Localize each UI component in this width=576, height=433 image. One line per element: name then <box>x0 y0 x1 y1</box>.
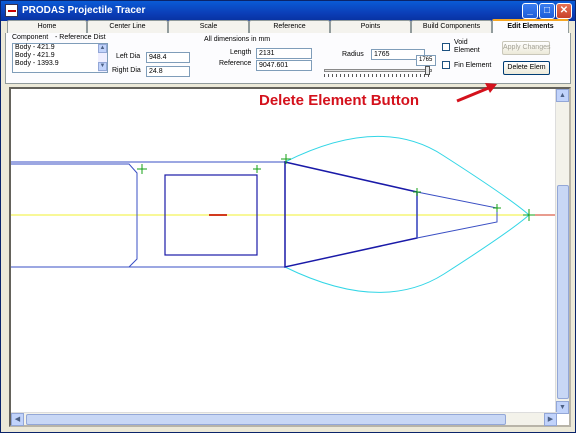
ogive-curve[interactable] <box>284 136 530 293</box>
tab-scale[interactable]: Scale <box>168 20 249 33</box>
dimensions-note: All dimensions in mm <box>204 36 271 43</box>
element-label: Element <box>454 47 480 54</box>
app-icon <box>5 4 18 17</box>
tab-edit-elements[interactable]: Edit Elements <box>492 19 569 33</box>
list-scrollbar[interactable]: ▲ ▼ <box>98 44 107 72</box>
list-item[interactable]: Body - 1393.9 <box>13 60 107 68</box>
radius-slider[interactable] <box>324 66 432 77</box>
minimize-icon[interactable]: _ <box>522 3 538 19</box>
title-bar[interactable]: PRODAS Projectile Tracer _ □ ✕ <box>1 1 575 21</box>
right-dia-label: Right Dia <box>112 67 141 74</box>
tab-center-line[interactable]: Center Line <box>87 20 168 33</box>
edit-elements-panel: Component - Reference Dist Body - 421.9 … <box>5 33 571 84</box>
scroll-right-icon[interactable]: ▶ <box>544 413 557 426</box>
slider-track <box>324 69 432 72</box>
reference-input[interactable]: 9047.601 <box>256 60 312 71</box>
annotation-arrow <box>456 83 497 103</box>
projectile-drawing[interactable] <box>11 89 557 414</box>
component-list[interactable]: Body - 421.9 Body - 421.9 Body - 1393.9 … <box>12 43 108 73</box>
point-markers <box>137 154 535 221</box>
apply-changes-button[interactable]: Apply Changes <box>502 41 550 55</box>
right-dia-input[interactable]: 24.8 <box>146 66 190 77</box>
scroll-down-icon[interactable]: ▼ <box>98 62 107 71</box>
scroll-up-icon[interactable]: ▲ <box>98 44 107 53</box>
window-title: PRODAS Projectile Tracer <box>22 5 146 16</box>
void-element-checkbox[interactable] <box>442 43 450 51</box>
maximize-icon[interactable]: □ <box>539 3 555 19</box>
delete-element-button[interactable]: Delete Elem <box>503 61 550 75</box>
fin-element-label: Fin Element <box>454 62 492 69</box>
app-window: PRODAS Projectile Tracer _ □ ✕ Home Cent… <box>0 0 576 433</box>
tab-points[interactable]: Points <box>330 20 411 33</box>
fin-element-checkbox[interactable] <box>442 61 450 69</box>
left-dia-label: Left Dia <box>116 53 141 60</box>
list-item[interactable]: Body - 421.9 <box>13 52 107 60</box>
radius-readout: 1765 <box>416 55 436 66</box>
tab-strip: Home Center Line Scale Reference Points … <box>5 19 571 33</box>
reference-label: Reference <box>219 60 252 67</box>
component-header: Component <box>12 34 49 41</box>
horizontal-scroll-thumb[interactable] <box>26 414 506 425</box>
vertical-scroll-thumb[interactable] <box>557 185 569 399</box>
horizontal-scrollbar[interactable]: ◀ ▶ <box>11 412 557 426</box>
scroll-left-icon[interactable]: ◀ <box>11 413 24 426</box>
list-item[interactable]: Body - 421.9 <box>13 44 107 52</box>
void-label: Void <box>454 39 468 46</box>
slider-ticks <box>324 74 432 77</box>
vertical-scrollbar[interactable]: ▲ ▼ <box>555 89 569 414</box>
radius-label: Radius <box>342 51 364 58</box>
scroll-up-icon[interactable]: ▲ <box>556 89 569 102</box>
tab-build-components[interactable]: Build Components <box>411 20 492 33</box>
tab-reference[interactable]: Reference <box>249 20 330 33</box>
drawing-canvas[interactable]: ▲ ▼ ◀ ▶ <box>9 87 571 427</box>
close-icon[interactable]: ✕ <box>556 3 572 19</box>
slider-thumb[interactable] <box>425 66 430 75</box>
annotation-label: Delete Element Button <box>259 92 420 109</box>
length-label: Length <box>230 49 252 56</box>
length-input[interactable]: 2131 <box>256 48 312 59</box>
refdist-header: - Reference Dist <box>55 34 106 41</box>
left-dia-input[interactable]: 948.4 <box>146 52 190 63</box>
scroll-down-icon[interactable]: ▼ <box>556 401 569 414</box>
tab-home[interactable]: Home <box>7 20 87 33</box>
